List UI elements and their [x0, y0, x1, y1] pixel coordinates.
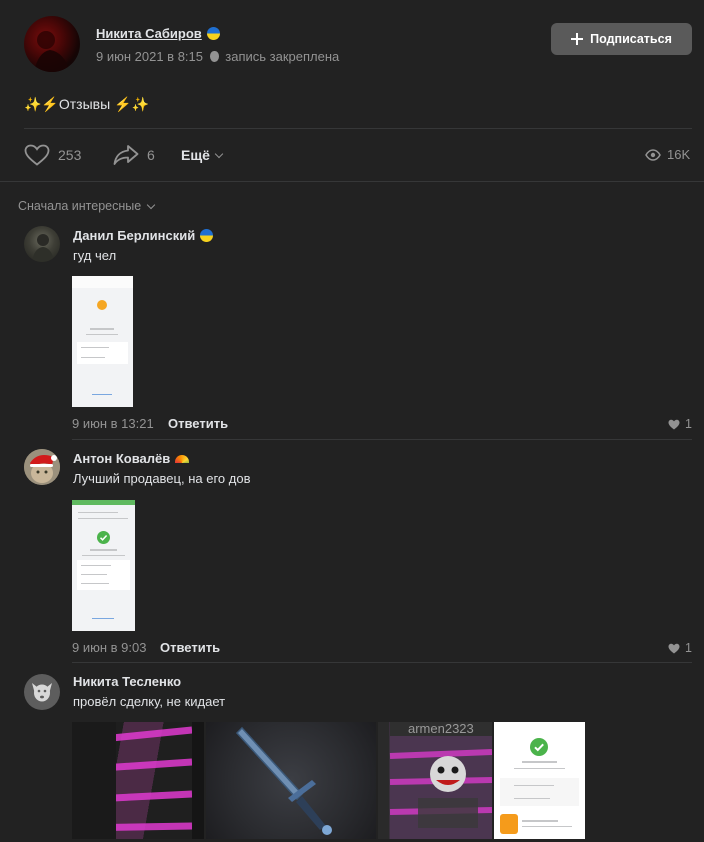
comment-sort-dropdown[interactable]: Сначала интересные — [18, 199, 156, 213]
screenshot-line — [78, 518, 128, 519]
screenshot-line — [522, 826, 572, 827]
share-arrow-icon — [113, 145, 139, 165]
reply-button[interactable]: Ответить — [160, 640, 220, 655]
views-counter: 16K — [645, 147, 690, 162]
ukraine-flag-emoji — [206, 27, 220, 40]
comment-author[interactable]: Антон Ковалёв — [73, 451, 190, 466]
comment-like-button[interactable]: 1 — [668, 641, 692, 655]
sort-label: Сначала интересные — [18, 199, 142, 213]
check-circle-icon — [530, 738, 548, 756]
post-text: ✨⚡Отзывы ⚡✨ — [24, 96, 149, 112]
screenshot-line — [82, 555, 125, 556]
rainbow-emoji — [175, 455, 190, 463]
screenshot-line — [86, 334, 118, 335]
plus-icon — [571, 33, 584, 45]
section-divider — [0, 181, 704, 182]
author-avatar[interactable] — [24, 16, 80, 72]
check-circle-icon — [97, 531, 110, 544]
post-meta: 9 июн 2021 в 8:15 запись закреплена — [96, 49, 339, 64]
subscribe-button[interactable]: Подписаться — [551, 23, 692, 55]
chevron-down-icon — [146, 200, 156, 210]
photo-image: armen2323 — [389, 722, 492, 828]
comment-like-button[interactable]: 1 — [668, 417, 692, 431]
comment-text: Лучший продавец, на его дов — [73, 471, 251, 486]
heart-icon — [668, 419, 680, 429]
comment-divider — [72, 662, 692, 663]
comment-text: провёл сделку, не кидает — [73, 694, 226, 709]
like-button[interactable]: 253 — [24, 144, 81, 166]
screenshot-card — [500, 778, 579, 806]
comment-like-count: 1 — [685, 417, 692, 431]
share-button[interactable]: 6 — [113, 144, 155, 166]
photo-image — [72, 722, 204, 839]
chevron-down-icon — [214, 149, 224, 159]
screenshot-line — [522, 820, 558, 822]
comment-text: гуд чел — [73, 248, 117, 263]
apple-icon — [209, 51, 219, 62]
comment-avatar[interactable] — [24, 674, 60, 710]
screenshot-link — [92, 394, 112, 395]
heart-icon — [24, 144, 50, 166]
screenshot-statusbar — [72, 500, 135, 505]
screenshot-card — [77, 342, 128, 364]
author-name[interactable]: Никита Сабиров — [96, 26, 220, 41]
default-dog-avatar-icon — [32, 683, 52, 702]
comment-attachment-screenshot[interactable] — [72, 500, 135, 631]
comment-author[interactable]: Никита Тесленко — [73, 674, 181, 689]
sword-image — [235, 726, 332, 835]
comment-avatar[interactable] — [24, 226, 60, 262]
heart-icon — [668, 643, 680, 653]
comment-attachment-screenshot[interactable] — [494, 722, 585, 839]
flame-icon — [97, 300, 107, 310]
screenshot-card — [77, 560, 130, 590]
avatar-image — [34, 31, 70, 72]
screenshot-link — [92, 618, 114, 619]
svg-text:armen2323: armen2323 — [408, 722, 474, 736]
comment-date[interactable]: 9 июн в 9:03 — [72, 640, 146, 655]
pinned-label: запись закреплена — [225, 49, 340, 64]
comment-like-count: 1 — [685, 641, 692, 655]
comment-photo[interactable] — [206, 722, 376, 839]
share-count: 6 — [147, 147, 155, 163]
screenshot-line — [522, 761, 557, 763]
views-count: 16K — [667, 147, 691, 162]
screenshot-line — [90, 328, 114, 330]
eye-icon — [645, 148, 661, 161]
screenshot-line — [90, 549, 117, 551]
more-label: Ещё — [181, 147, 210, 163]
cat-illustration — [500, 814, 518, 834]
screenshot-line — [78, 512, 118, 513]
divider — [24, 128, 692, 129]
comment-avatar[interactable] — [24, 449, 60, 485]
comment-attachment-screenshot[interactable] — [72, 276, 133, 407]
like-count: 253 — [58, 147, 82, 163]
more-button[interactable]: Ещё — [181, 147, 224, 163]
comment-photo[interactable] — [72, 722, 204, 839]
avatar-image — [32, 234, 54, 262]
comment-divider — [72, 439, 692, 440]
post-date[interactable]: 9 июн 2021 в 8:15 — [96, 49, 203, 64]
subscribe-label: Подписаться — [590, 32, 672, 46]
comment-author[interactable]: Данил Берлинский — [73, 228, 214, 243]
screenshot-line — [514, 768, 565, 769]
ukraine-flag-emoji — [200, 229, 214, 242]
screenshot-statusbar — [72, 276, 133, 288]
comment-photo[interactable]: armen2323 — [378, 722, 492, 839]
comment-date[interactable]: 9 июн в 13:21 — [72, 416, 154, 431]
reply-button[interactable]: Ответить — [168, 416, 228, 431]
avatar-image — [24, 449, 60, 485]
